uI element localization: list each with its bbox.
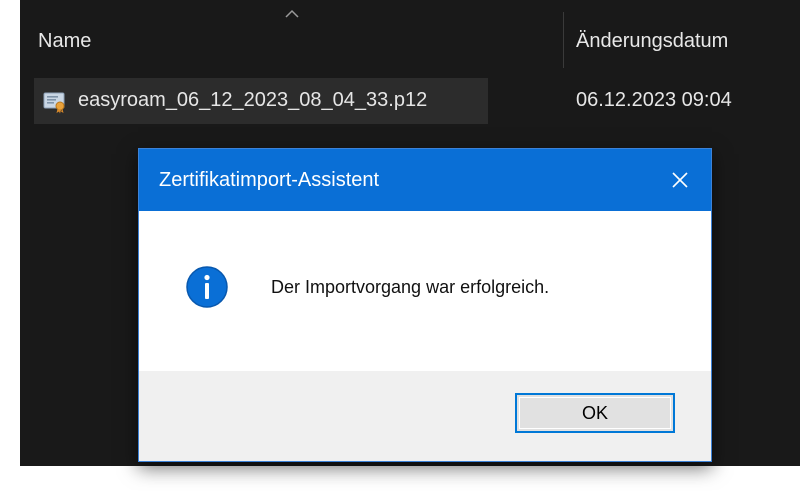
column-divider[interactable] (563, 12, 564, 68)
dialog-title: Zertifikatimport-Assistent (159, 169, 380, 191)
file-row[interactable]: easyroam_06_12_2023_08_04_33.p12 06.12.2… (34, 78, 784, 124)
certificate-import-dialog: Zertifikatimport-Assistent Der Importvor… (138, 148, 712, 462)
dialog-message: Der Importvorgang war erfolgreich. (271, 277, 550, 297)
dialog-title-bar[interactable]: Zertifikatimport-Assistent (139, 149, 711, 211)
close-icon (672, 172, 688, 188)
column-header-bar: Name Änderungsdatum (20, 0, 800, 86)
close-button[interactable] (649, 149, 711, 211)
file-modified-date: 06.12.2023 09:04 (576, 89, 732, 111)
dialog-footer: OK (139, 371, 711, 461)
dialog-content: Der Importvorgang war erfolgreich. (139, 211, 711, 371)
info-icon (186, 266, 228, 308)
file-name: easyroam_06_12_2023_08_04_33.p12 (78, 89, 428, 111)
certificate-file-icon (43, 92, 65, 114)
column-header-modified[interactable]: Änderungsdatum (576, 30, 728, 53)
ok-button[interactable]: OK (515, 393, 675, 433)
column-header-name[interactable]: Name (38, 30, 91, 53)
chevron-up-icon (285, 9, 299, 18)
